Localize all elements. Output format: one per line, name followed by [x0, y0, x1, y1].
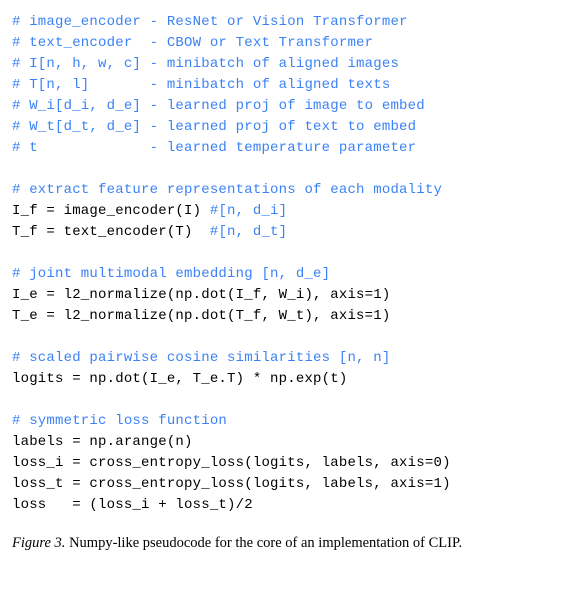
code-line: I_f = image_encoder(I) #[n, d_i] [12, 201, 557, 222]
code-comment: # T[n, l] - minibatch of aligned texts [12, 77, 390, 93]
code-text: logits = np.dot(I_e, T_e.T) * np.exp(t) [12, 371, 347, 387]
code-line [12, 390, 557, 411]
code-line: # T[n, l] - minibatch of aligned texts [12, 75, 557, 96]
code-line: # I[n, h, w, c] - minibatch of aligned i… [12, 54, 557, 75]
code-comment: # W_i[d_i, d_e] - learned proj of image … [12, 98, 425, 114]
code-comment: # I[n, h, w, c] - minibatch of aligned i… [12, 56, 399, 72]
code-text: loss_t = cross_entropy_loss(logits, labe… [12, 476, 451, 492]
figure-caption: Figure 3. Numpy-like pseudocode for the … [12, 534, 557, 554]
code-line: # W_i[d_i, d_e] - learned proj of image … [12, 96, 557, 117]
code-line: loss_t = cross_entropy_loss(logits, labe… [12, 474, 557, 495]
code-comment: # symmetric loss function [12, 413, 227, 429]
code-text: I_f = image_encoder(I) [12, 203, 210, 219]
code-line: # W_t[d_t, d_e] - learned proj of text t… [12, 117, 557, 138]
code-line: # t - learned temperature parameter [12, 138, 557, 159]
code-line: # text_encoder - CBOW or Text Transforme… [12, 33, 557, 54]
code-comment: # W_t[d_t, d_e] - learned proj of text t… [12, 119, 416, 135]
code-text: loss = (loss_i + loss_t)/2 [12, 497, 253, 513]
code-line: loss = (loss_i + loss_t)/2 [12, 495, 557, 516]
code-line: labels = np.arange(n) [12, 432, 557, 453]
code-line [12, 159, 557, 180]
code-block: # image_encoder - ResNet or Vision Trans… [12, 12, 557, 516]
code-comment: # image_encoder - ResNet or Vision Trans… [12, 14, 408, 30]
code-line: # extract feature representations of eac… [12, 180, 557, 201]
code-line: # scaled pairwise cosine similarities [n… [12, 348, 557, 369]
code-inline-comment: #[n, d_i] [210, 203, 287, 219]
code-text: T_f = text_encoder(T) [12, 224, 210, 240]
code-line: T_f = text_encoder(T) #[n, d_t] [12, 222, 557, 243]
code-comment: # joint multimodal embedding [n, d_e] [12, 266, 330, 282]
figure-label: Figure 3. [12, 535, 65, 551]
code-line: # symmetric loss function [12, 411, 557, 432]
code-line: loss_i = cross_entropy_loss(logits, labe… [12, 453, 557, 474]
code-line [12, 243, 557, 264]
code-line: # image_encoder - ResNet or Vision Trans… [12, 12, 557, 33]
figure-caption-text: Numpy-like pseudocode for the core of an… [65, 535, 462, 551]
code-inline-comment: #[n, d_t] [210, 224, 287, 240]
code-comment: # scaled pairwise cosine similarities [n… [12, 350, 390, 366]
code-text: I_e = l2_normalize(np.dot(I_f, W_i), axi… [12, 287, 390, 303]
code-line [12, 327, 557, 348]
code-comment: # t - learned temperature parameter [12, 140, 416, 156]
code-line: # joint multimodal embedding [n, d_e] [12, 264, 557, 285]
code-text: loss_i = cross_entropy_loss(logits, labe… [12, 455, 451, 471]
code-text: labels = np.arange(n) [12, 434, 193, 450]
code-line: logits = np.dot(I_e, T_e.T) * np.exp(t) [12, 369, 557, 390]
code-text: T_e = l2_normalize(np.dot(T_f, W_t), axi… [12, 308, 390, 324]
code-line: T_e = l2_normalize(np.dot(T_f, W_t), axi… [12, 306, 557, 327]
code-comment: # extract feature representations of eac… [12, 182, 442, 198]
code-comment: # text_encoder - CBOW or Text Transforme… [12, 35, 373, 51]
code-line: I_e = l2_normalize(np.dot(I_f, W_i), axi… [12, 285, 557, 306]
